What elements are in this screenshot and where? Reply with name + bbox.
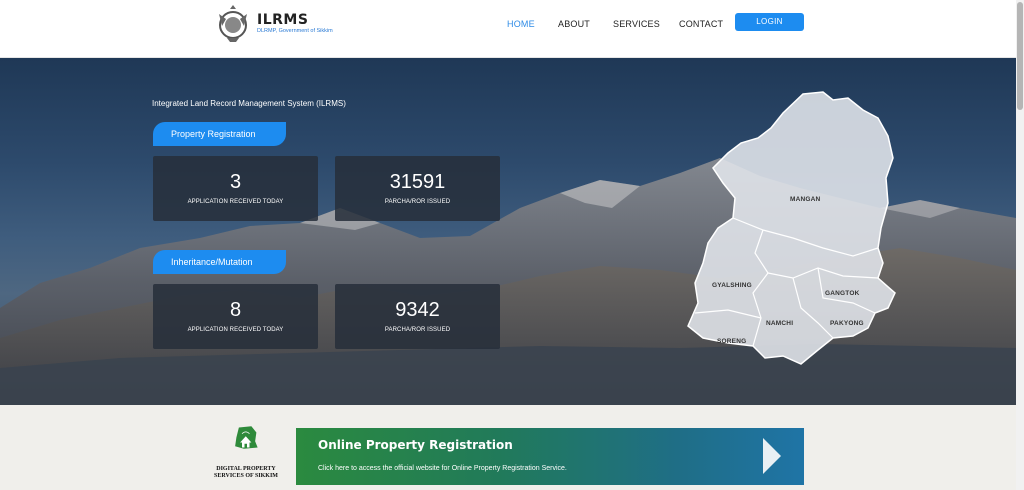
inheritance-mutation-pill[interactable]: Inheritance/Mutation bbox=[153, 250, 286, 274]
stat-value: 9342 bbox=[395, 299, 440, 321]
dps-logo-text: DIGITAL PROPERTY SERVICES OF SIKKIM bbox=[211, 466, 281, 480]
site-header: ILRMS DLRMP, Government of Sikkim HOME A… bbox=[0, 0, 1016, 58]
dps-logo-line: DIGITAL PROPERTY bbox=[216, 466, 276, 472]
services-section: DIGITAL PROPERTY SERVICES OF SIKKIM Onli… bbox=[0, 405, 1016, 490]
stat-label: PARCHA/ROR ISSUED bbox=[384, 199, 451, 205]
stat-value: 31591 bbox=[389, 171, 446, 193]
scrollbar-thumb[interactable] bbox=[1017, 2, 1023, 110]
nav-home[interactable]: HOME bbox=[507, 19, 535, 29]
logo-subtitle: DLRMP, Government of Sikkim bbox=[257, 28, 333, 34]
property-registration-pill[interactable]: Property Registration bbox=[153, 122, 286, 146]
district-label-namchi[interactable]: NAMCHI bbox=[766, 320, 793, 327]
stat-card-applications: 8 APPLICATION RECEIVED TODAY bbox=[153, 284, 318, 349]
district-label-mangan[interactable]: MANGAN bbox=[790, 196, 820, 203]
stat-label: APPLICATION RECEIVED TODAY bbox=[187, 327, 284, 333]
stat-label: PARCHA/ROR ISSUED bbox=[384, 327, 451, 333]
stat-card-parcha: 9342 PARCHA/ROR ISSUED bbox=[335, 284, 500, 349]
nav-contact[interactable]: CONTACT bbox=[679, 19, 723, 29]
online-property-registration-banner[interactable]: Online Property Registration Click here … bbox=[296, 428, 804, 485]
district-label-gangtok[interactable]: GANGTOK bbox=[825, 290, 860, 297]
nav-about[interactable]: ABOUT bbox=[558, 19, 590, 29]
hero-heading: Integrated Land Record Management System… bbox=[152, 99, 346, 108]
district-label-soreng[interactable]: SORENG bbox=[717, 338, 746, 345]
logo-title[interactable]: ILRMS bbox=[257, 12, 308, 28]
hero-section: Integrated Land Record Management System… bbox=[0, 58, 1016, 405]
stat-card-applications: 3 APPLICATION RECEIVED TODAY bbox=[153, 156, 318, 221]
district-label-gyalshing[interactable]: GYALSHING bbox=[712, 282, 752, 289]
stat-card-parcha: 31591 PARCHA/ROR ISSUED bbox=[335, 156, 500, 221]
login-button[interactable]: LOGIN bbox=[735, 13, 804, 31]
banner-subtitle: Click here to access the official websit… bbox=[318, 465, 567, 472]
stat-value: 8 bbox=[229, 299, 242, 321]
stat-label: APPLICATION RECEIVED TODAY bbox=[187, 199, 284, 205]
digital-property-services-logo[interactable] bbox=[212, 425, 282, 465]
banner-title: Online Property Registration bbox=[318, 438, 513, 452]
nav-services[interactable]: SERVICES bbox=[613, 19, 660, 29]
district-label-pakyong[interactable]: PAKYONG bbox=[830, 320, 864, 327]
sikkim-district-map[interactable] bbox=[683, 88, 913, 373]
stat-value: 3 bbox=[229, 171, 242, 193]
sikkim-emblem-icon[interactable] bbox=[213, 4, 253, 44]
dps-logo-line: SERVICES OF SIKKIM bbox=[214, 473, 278, 479]
play-arrow-icon[interactable] bbox=[763, 438, 781, 474]
